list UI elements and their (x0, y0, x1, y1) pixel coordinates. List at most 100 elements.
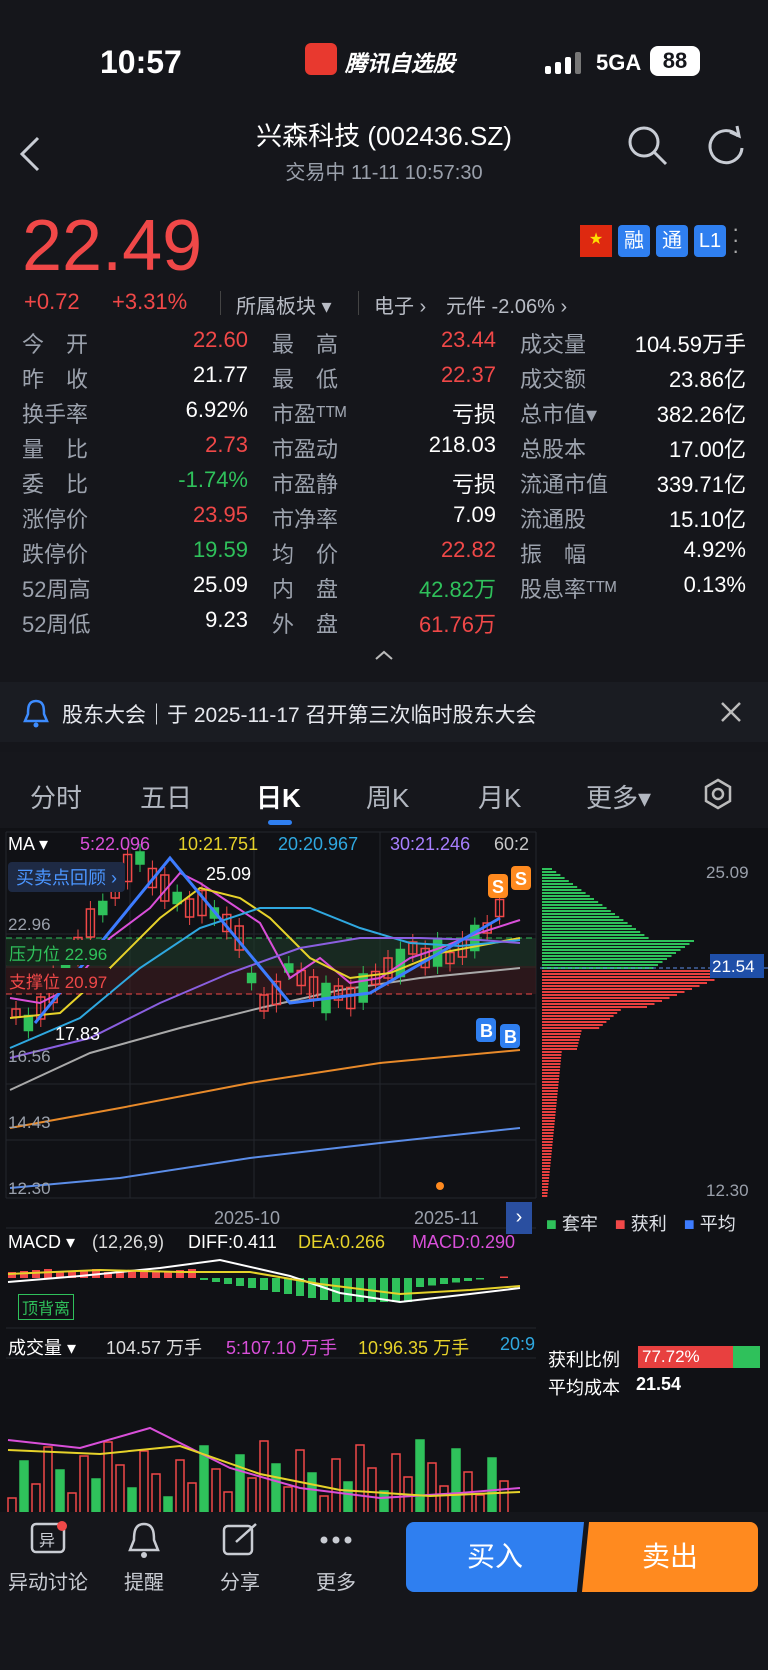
chip-bar (542, 1078, 559, 1080)
kline-chart-area[interactable]: 25.09 17.83 22.96 16.56 14.43 12.30 2025… (0, 828, 768, 1518)
close-icon[interactable] (720, 701, 742, 723)
sector-link-components[interactable]: 元件 -2.06% › (446, 290, 567, 319)
connect-badge: 通 (656, 225, 688, 257)
quote-value: -1.74% (178, 467, 248, 492)
macd-bar (392, 1278, 400, 1302)
chip-bar (542, 1084, 559, 1086)
quote-value: 23.86亿 (668, 367, 746, 392)
quote-label: 最 高 (272, 332, 339, 357)
quote-value: 339.71亿 (656, 472, 746, 497)
sell-marker[interactable]: S (488, 874, 508, 898)
tab-weekly-k[interactable]: 周K (366, 778, 409, 815)
chip-bar (542, 904, 603, 906)
tab-more[interactable]: 更多▾ (586, 778, 651, 815)
chip-bar (542, 928, 636, 930)
ma20-value: 20:20.967 (278, 834, 359, 854)
y-tick: 22.96 (8, 915, 51, 934)
ma-selector[interactable]: MA ▾ (8, 834, 48, 855)
chip-bar (542, 1096, 558, 1098)
chip-bar (542, 952, 676, 954)
chip-bar (542, 1153, 552, 1155)
candle-body (23, 1014, 34, 1032)
volume-ma20: 20:9 (500, 1334, 536, 1354)
chip-bar (542, 994, 677, 996)
macd-bar (260, 1278, 268, 1290)
tab-five-day[interactable]: 五日 (140, 778, 192, 815)
support-tag: 支撑位 20.97 (6, 968, 111, 993)
stock-header: 兴森科技 (002436.SZ) 交易中 11-11 10:57:30 (0, 104, 768, 200)
quote-value: 25.09 (192, 572, 248, 597)
macd-bar (188, 1269, 196, 1278)
buy-button[interactable]: 买入 (406, 1522, 584, 1592)
notice-text: 股东大会｜于 2025-11-17 召开第三次临时股东大会 (62, 704, 537, 727)
sector-link-electronics[interactable]: 电子 › (374, 290, 426, 319)
chip-bar (542, 1156, 552, 1158)
volume-bar (295, 1449, 305, 1518)
collapse-chevron-icon[interactable] (374, 649, 394, 661)
quote-value: 亏损 (451, 402, 496, 427)
notice-banner[interactable]: 股东大会｜于 2025-11-17 召开第三次临时股东大会 (0, 682, 768, 742)
chip-bar (542, 1114, 556, 1116)
volume-bar (211, 1468, 221, 1518)
refresh-icon[interactable] (704, 124, 748, 168)
chip-bar (542, 1030, 582, 1032)
kline-chart[interactable]: 25.09 17.83 22.96 16.56 14.43 12.30 2025… (0, 828, 768, 1518)
more-vertical-icon[interactable]: · · · (732, 218, 739, 262)
nav-alert[interactable]: 提醒 (104, 1520, 184, 1595)
volume-value: 104.57 万手 (106, 1338, 203, 1358)
sector-label: 所属板块 (236, 296, 316, 318)
chip-bar (542, 1075, 560, 1077)
chip-bar (542, 871, 557, 873)
nav-discussion[interactable]: 异 异动讨论 (8, 1520, 88, 1595)
nav-more[interactable]: 更多 (296, 1520, 376, 1595)
macd-bar (344, 1278, 352, 1302)
volume-selector[interactable]: 成交量 ▾ (8, 1334, 76, 1360)
buy-marker[interactable]: B (476, 1018, 496, 1042)
nav-alert-label: 提醒 (124, 1572, 164, 1594)
chip-bar (542, 1168, 550, 1170)
nav-share[interactable]: 分享 (200, 1520, 280, 1595)
quote-label: 市净率 (272, 507, 339, 532)
chip-bar (542, 883, 573, 885)
chip-bar (542, 1141, 553, 1143)
volume-histogram (7, 1439, 509, 1518)
macd-selector[interactable]: MACD ▾ (8, 1232, 75, 1253)
sell-button[interactable]: 卖出 (582, 1522, 758, 1592)
macd-bar (212, 1278, 220, 1282)
expand-button[interactable]: › (506, 1202, 532, 1234)
sector-dropdown[interactable]: 所属板块 ▾ (236, 290, 332, 319)
chip-bar (542, 1186, 549, 1188)
volume-bar (79, 1455, 89, 1518)
event-dot[interactable] (436, 1182, 444, 1190)
tab-daily-k[interactable]: 日K (256, 778, 301, 815)
macd-bar (224, 1278, 232, 1284)
quote-label: 委 比 (22, 472, 89, 497)
settings-icon[interactable] (702, 778, 734, 810)
chip-bar (542, 1039, 580, 1041)
buy-marker[interactable]: B (500, 1024, 520, 1048)
ma250-line (9, 1127, 521, 1189)
macd-bar (452, 1278, 460, 1283)
search-icon[interactable] (626, 124, 670, 168)
legend-average: 平均 (699, 1214, 736, 1234)
volume-bar (451, 1448, 461, 1518)
volume-bar (115, 1464, 125, 1518)
chip-bar (542, 1174, 550, 1176)
chip-bar (542, 1054, 562, 1056)
chip-legend: ■ 套牢 ■ 获利 ■ 平均 (546, 1214, 736, 1234)
macd-bar (272, 1278, 280, 1292)
ma120-line (9, 1049, 521, 1129)
level1-badge: L1 (694, 225, 726, 257)
tab-monthly-k[interactable]: 月K (478, 778, 521, 815)
chip-bar (542, 1066, 561, 1068)
review-button[interactable]: 买卖点回顾 › (8, 862, 125, 892)
sell-marker[interactable]: S (511, 866, 531, 890)
tab-intraday[interactable]: 分时 (30, 778, 82, 815)
chip-bar (542, 1060, 561, 1062)
quote-value: 22.60 (192, 327, 248, 352)
chip-bar (542, 1126, 555, 1128)
chip-bar (542, 949, 681, 951)
chip-bar (542, 1123, 555, 1125)
chip-bar (542, 1042, 579, 1044)
quote-label: 换手率 (22, 402, 89, 427)
